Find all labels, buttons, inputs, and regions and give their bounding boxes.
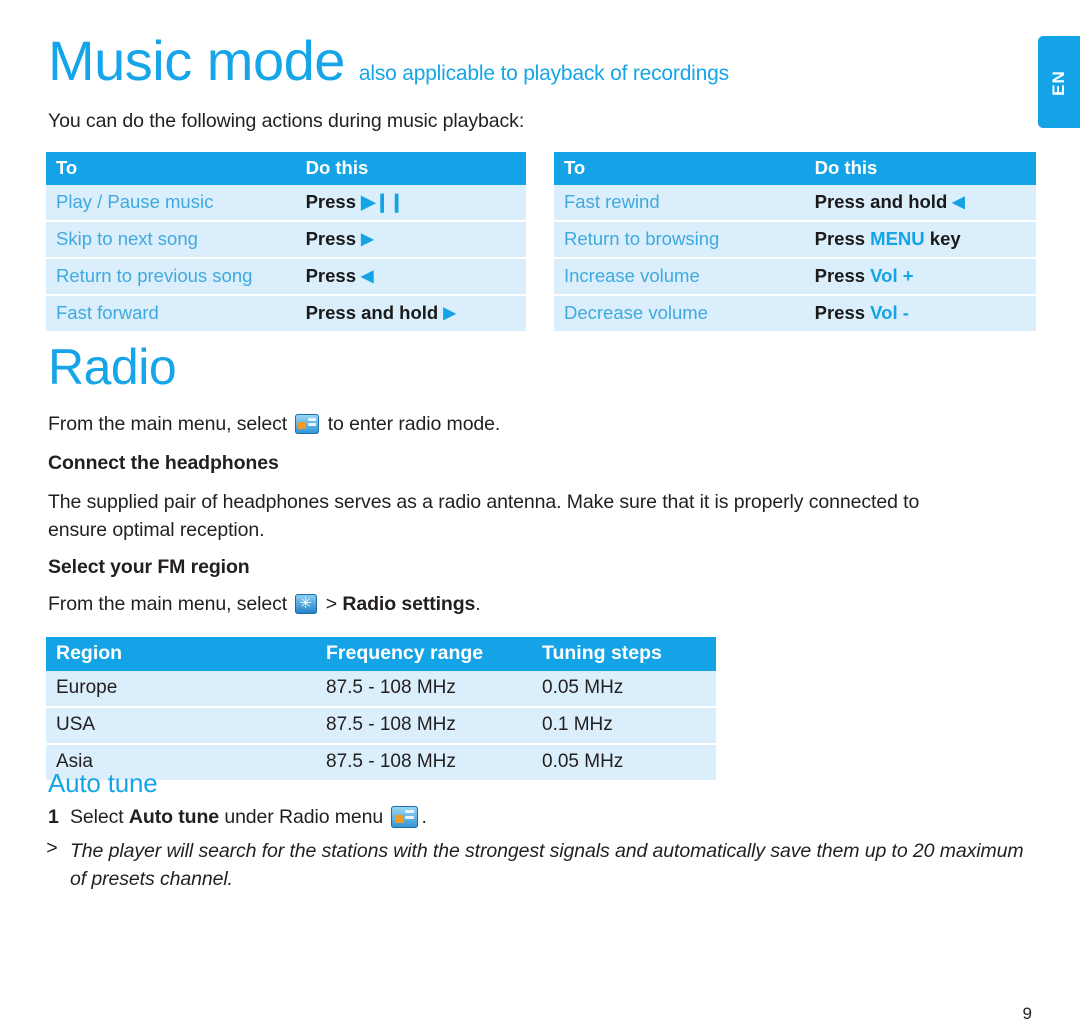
key-label-menu: MENU <box>870 228 925 249</box>
table-row: Decrease volume Press Vol - <box>554 295 1036 331</box>
fm-suffix: . <box>475 593 481 615</box>
instruction-text: Press <box>814 228 871 249</box>
cell-instruction: Press and hold ◀ <box>804 185 1036 222</box>
instruction-text: Press <box>814 302 871 323</box>
manual-page: EN Music mode also applicable to playbac… <box>0 0 1080 1036</box>
instruction-text: Press <box>305 228 362 249</box>
play-right-icon: ▶ <box>361 231 374 248</box>
key-label-vol-up: Vol + <box>870 265 914 286</box>
cell-frequency: 87.5 - 108 MHz <box>316 744 532 780</box>
page-number: 9 <box>1022 1004 1032 1023</box>
cell-instruction: Press Vol - <box>804 295 1036 331</box>
note-marker: > <box>46 837 58 859</box>
cell-frequency: 87.5 - 108 MHz <box>316 671 532 708</box>
cell-action: Skip to next song <box>46 221 296 259</box>
instruction-text: Press and hold <box>305 302 444 323</box>
table-row: Increase volume Press Vol + <box>554 258 1036 296</box>
fm-menu-path: Radio settings <box>342 593 476 615</box>
music-commands-table-left: To Do this Play / Pause music Press ▶❙❙ … <box>46 152 526 331</box>
step-suffix: under Radio menu <box>219 806 389 828</box>
radio-enter-prefix: From the main menu, select <box>48 413 293 435</box>
cell-instruction: Press and hold ▶ <box>295 295 526 331</box>
column-header-tuning-steps: Tuning steps <box>532 637 716 671</box>
column-header-region: Region <box>46 637 316 671</box>
cell-region: Europe <box>46 671 316 708</box>
step-bold-label: Auto tune <box>128 806 219 828</box>
step-instruction: Select Auto tune under Radio menu . <box>70 806 427 829</box>
table-row: Skip to next song Press ▶ <box>46 221 526 259</box>
instruction-text: Press <box>305 191 362 212</box>
fm-region-instruction: From the main menu, select > Radio setti… <box>48 593 481 616</box>
step-prefix: Select <box>70 806 129 828</box>
settings-icon <box>295 594 318 614</box>
fm-prefix: From the main menu, select <box>48 593 293 615</box>
radio-enter-suffix: to enter radio mode. <box>322 413 501 435</box>
radio-enter-instruction: From the main menu, select to enter radi… <box>48 413 500 436</box>
step-number: 1 <box>48 806 59 828</box>
column-header-frequency-range: Frequency range <box>316 637 532 671</box>
cell-instruction: Press ◀ <box>295 258 526 296</box>
instruction-text: Press <box>814 265 871 286</box>
language-tab-label: EN <box>1048 70 1068 96</box>
cell-instruction: Press ▶ <box>295 221 526 259</box>
cell-action: Return to previous song <box>46 258 296 296</box>
column-header-to: To <box>554 152 805 185</box>
play-right-icon: ▶ <box>443 305 456 322</box>
page-title: Music mode also applicable to playback o… <box>48 33 988 89</box>
fm-region-table: Region Frequency range Tuning steps Euro… <box>46 637 716 780</box>
cell-region: USA <box>46 707 316 745</box>
cell-tuning-steps: 0.05 MHz <box>532 671 716 708</box>
play-pause-icon: ▶❙❙ <box>361 191 404 212</box>
page-title-main: Music mode <box>48 29 345 92</box>
cell-instruction: Press Vol + <box>804 258 1036 296</box>
cell-action: Decrease volume <box>554 295 805 331</box>
cell-action: Fast rewind <box>554 185 805 222</box>
instruction-text: Press and hold <box>814 191 953 212</box>
section-title-radio: Radio <box>48 339 177 395</box>
heading-select-fm-region: Select your FM region <box>48 556 250 578</box>
section-title-auto-tune: Auto tune <box>48 768 158 798</box>
cell-instruction: Press ▶❙❙ <box>295 185 526 222</box>
key-label-vol-down: Vol - <box>870 302 909 323</box>
fm-separator: > <box>320 593 343 615</box>
radio-menu-icon <box>391 806 419 828</box>
play-left-icon: ◀ <box>952 194 965 211</box>
music-commands-table-right: To Do this Fast rewind Press and hold ◀ … <box>554 152 1036 331</box>
cell-action: Play / Pause music <box>46 185 296 222</box>
table-row: USA 87.5 - 108 MHz 0.1 MHz <box>46 707 716 745</box>
table-row: Return to previous song Press ◀ <box>46 258 526 296</box>
cell-frequency: 87.5 - 108 MHz <box>316 707 532 745</box>
cell-action: Fast forward <box>46 295 296 331</box>
table-row: Europe 87.5 - 108 MHz 0.05 MHz <box>46 671 716 708</box>
cell-action: Increase volume <box>554 258 805 296</box>
table-header-row: To Do this <box>46 152 526 185</box>
radio-icon <box>295 414 320 434</box>
instruction-text: Press <box>305 265 362 286</box>
table-row: Play / Pause music Press ▶❙❙ <box>46 185 526 222</box>
column-header-do-this: Do this <box>295 152 526 185</box>
instruction-suffix: key <box>924 228 961 249</box>
intro-text: You can do the following actions during … <box>48 110 525 132</box>
note-text: The player will search for the stations … <box>70 840 1024 891</box>
page-title-subtitle: also applicable to playback of recording… <box>358 62 729 85</box>
column-header-do-this: Do this <box>804 152 1036 185</box>
cell-tuning-steps: 0.05 MHz <box>532 744 716 780</box>
table-header-row: Region Frequency range Tuning steps <box>46 637 716 671</box>
heading-connect-headphones: Connect the headphones <box>48 452 279 474</box>
step-end: . <box>421 806 427 828</box>
cell-instruction: Press MENU key <box>804 221 1036 259</box>
table-row: Fast forward Press and hold ▶ <box>46 295 526 331</box>
connect-headphones-body: The supplied pair of headphones serves a… <box>48 491 920 541</box>
table-row: Fast rewind Press and hold ◀ <box>554 185 1036 222</box>
cell-tuning-steps: 0.1 MHz <box>532 707 716 745</box>
table-header-row: To Do this <box>554 152 1036 185</box>
cell-action: Return to browsing <box>554 221 805 259</box>
column-header-to: To <box>46 152 296 185</box>
play-left-icon: ◀ <box>361 268 374 285</box>
table-row: Return to browsing Press MENU key <box>554 221 1036 259</box>
language-tab-en: EN <box>1038 36 1080 128</box>
